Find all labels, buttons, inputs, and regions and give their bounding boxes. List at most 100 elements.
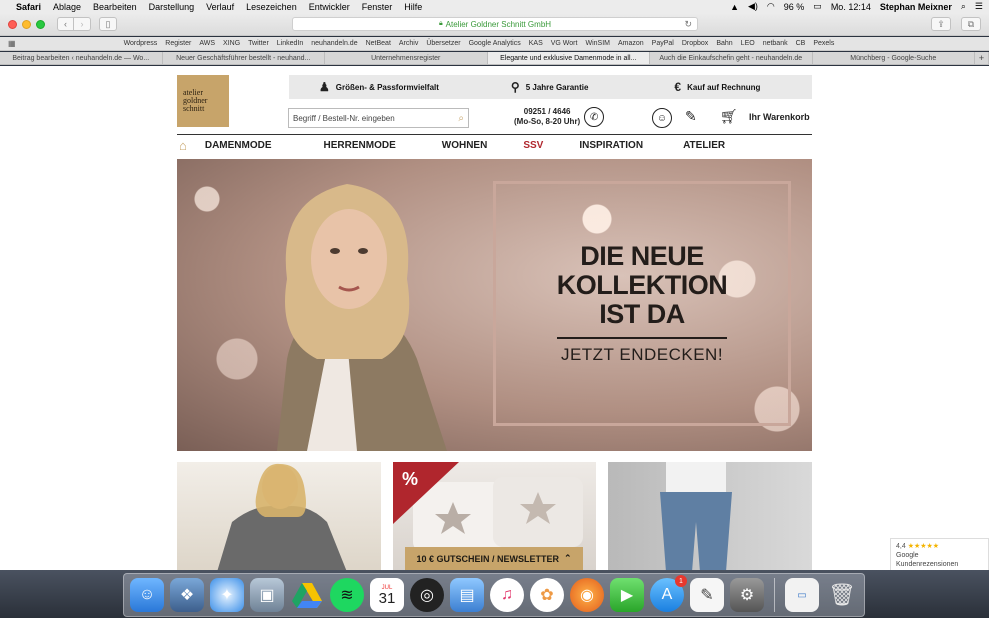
bookmark-item[interactable]: XING bbox=[223, 40, 240, 47]
newsletter-button[interactable]: 10 € GUTSCHEIN / NEWSLETTER ⌃ bbox=[405, 547, 583, 570]
menu-fenster[interactable]: Fenster bbox=[362, 2, 393, 12]
bookmarks-grid-icon[interactable]: ▦ bbox=[8, 39, 16, 48]
nav-inspiration[interactable]: INSPIRATION bbox=[579, 140, 643, 151]
streaming-app-icon[interactable]: ◎ bbox=[410, 578, 444, 612]
bookmark-item[interactable]: Pexels bbox=[813, 40, 834, 47]
browser-tab[interactable]: Unternehmensregister bbox=[325, 52, 488, 64]
photos-icon[interactable]: ✿ bbox=[530, 578, 564, 612]
site-logo[interactable]: atelier goldner schnitt bbox=[177, 75, 229, 127]
nav-damenmode[interactable]: DAMENMODE bbox=[205, 140, 272, 151]
image-capture-icon[interactable]: ▣ bbox=[250, 578, 284, 612]
bookmark-item[interactable]: AWS bbox=[199, 40, 215, 47]
review-label: Kundenrezensionen bbox=[896, 561, 959, 568]
menu-darstellung[interactable]: Darstellung bbox=[149, 2, 195, 12]
battery-percent[interactable]: 96 % bbox=[784, 2, 805, 12]
google-drive-icon[interactable] bbox=[290, 578, 324, 612]
keynote-icon[interactable]: ▤ bbox=[450, 578, 484, 612]
search-input[interactable]: Begriff / Bestell-Nr. eingeben ⌕ bbox=[288, 108, 469, 128]
bookmark-item[interactable]: Wordpress bbox=[124, 40, 158, 47]
newsletter-label: 10 € GUTSCHEIN / NEWSLETTER bbox=[416, 553, 559, 564]
calendar-icon[interactable]: JUL 31 bbox=[370, 578, 404, 612]
nav-atelier[interactable]: ATELIER bbox=[683, 140, 725, 151]
browser-tab[interactable]: Neuer Geschäftsführer bestellt - neuhand… bbox=[163, 52, 325, 64]
bookmark-item[interactable]: LinkedIn bbox=[277, 40, 303, 47]
finder-icon[interactable]: ☺ bbox=[130, 578, 164, 612]
menu-app-safari[interactable]: Safari bbox=[16, 2, 41, 12]
share-icon[interactable]: ⇪ bbox=[931, 17, 951, 31]
home-icon[interactable]: ⌂ bbox=[179, 138, 187, 153]
account-icon[interactable]: ☺ bbox=[652, 108, 672, 128]
battery-icon[interactable]: ▭ bbox=[813, 1, 822, 12]
bookmark-item[interactable]: Twitter bbox=[248, 40, 269, 47]
menu-entwickler[interactable]: Entwickler bbox=[309, 2, 350, 12]
preview-photo-icon[interactable]: ❖ bbox=[170, 578, 204, 612]
minimized-window-icon[interactable]: ▭ bbox=[785, 578, 819, 612]
browser-tab[interactable]: Auch die Einkaufschefin geht - neuhandel… bbox=[650, 52, 813, 64]
user-name[interactable]: Stephan Meixner bbox=[880, 2, 952, 12]
forward-button[interactable]: › bbox=[74, 17, 91, 31]
menu-verlauf[interactable]: Verlauf bbox=[206, 2, 234, 12]
browser-tab[interactable]: Münchberg - Google-Suche bbox=[813, 52, 975, 64]
cart-label[interactable]: Ihr Warenkorb bbox=[749, 112, 810, 122]
fullscreen-window-button[interactable] bbox=[36, 19, 45, 29]
volume-icon[interactable]: ◀) bbox=[748, 1, 758, 12]
bookmark-item[interactable]: WinSIM bbox=[585, 40, 610, 47]
bookmark-item[interactable]: LEO bbox=[741, 40, 755, 47]
teaser-tile-fashion[interactable] bbox=[177, 462, 381, 570]
app-store-icon[interactable]: A 1 bbox=[650, 575, 687, 612]
browser-tab-active[interactable]: Elegante und exklusive Damenmode in all.… bbox=[487, 52, 650, 64]
hero-cta-link[interactable]: JETZT ENDECKEN! bbox=[561, 345, 723, 365]
nav-herrenmode[interactable]: HERRENMODE bbox=[324, 140, 396, 151]
menu-bearbeiten[interactable]: Bearbeiten bbox=[93, 2, 137, 12]
phone-hotline[interactable]: 09251 / 4646 (Mo-So, 8-20 Uhr) ✆ bbox=[514, 107, 605, 127]
browser-tab[interactable]: Beitrag bearbeiten ‹ neuhandeln.de — Wo.… bbox=[0, 52, 163, 64]
bookmark-item[interactable]: CB bbox=[796, 40, 806, 47]
hero-banner[interactable]: DIE NEUE KOLLEKTION IST DA JETZT ENDECKE… bbox=[177, 159, 812, 451]
facetime-icon[interactable]: ▶ bbox=[610, 578, 644, 612]
bookmark-item[interactable]: NetBeat bbox=[366, 40, 391, 47]
bookmark-item[interactable]: neuhandeln.de bbox=[311, 40, 357, 47]
spotify-icon[interactable]: ≋ bbox=[330, 578, 364, 612]
itunes-icon[interactable]: ♫ bbox=[490, 578, 524, 612]
bookmark-item[interactable]: Übersetzer bbox=[426, 40, 460, 47]
bookmark-item[interactable]: Bahn bbox=[716, 40, 732, 47]
teaser-tile-jeans[interactable] bbox=[608, 462, 812, 570]
close-window-button[interactable] bbox=[8, 19, 17, 29]
cart-icon[interactable]: 🛒︎ bbox=[720, 108, 738, 125]
google-reviews-badge[interactable]: 4,4 ★★★★★ Google Kundenrezensionen bbox=[890, 538, 989, 570]
sidebar-toggle-icon[interactable]: ▯ bbox=[99, 17, 117, 31]
bookmark-item[interactable]: netbank bbox=[763, 40, 788, 47]
textedit-icon[interactable]: ✎ bbox=[690, 578, 724, 612]
minimize-window-button[interactable] bbox=[22, 19, 31, 29]
search-icon[interactable]: ⌕ bbox=[458, 113, 464, 124]
bookmark-item[interactable]: Google Analytics bbox=[469, 40, 521, 47]
location-icon[interactable]: ▲ bbox=[730, 2, 739, 12]
clock[interactable]: Mo. 12:14 bbox=[831, 2, 871, 12]
nav-wohnen[interactable]: WOHNEN bbox=[442, 140, 488, 151]
menu-ablage[interactable]: Ablage bbox=[53, 2, 81, 12]
bookmark-item[interactable]: Dropbox bbox=[682, 40, 708, 47]
back-button[interactable]: ‹ bbox=[57, 17, 74, 31]
bookmark-item[interactable]: VG Wort bbox=[551, 40, 578, 47]
menu-lesezeichen[interactable]: Lesezeichen bbox=[246, 2, 297, 12]
menu-hilfe[interactable]: Hilfe bbox=[404, 2, 422, 12]
notification-center-icon[interactable]: ☰ bbox=[975, 1, 983, 12]
bookmark-item[interactable]: KAS bbox=[529, 40, 543, 47]
bookmark-item[interactable]: Amazon bbox=[618, 40, 644, 47]
trash-icon[interactable]: 🗑︎ bbox=[825, 578, 859, 612]
wifi-icon[interactable]: ◠ bbox=[767, 1, 775, 12]
reload-icon[interactable]: ↻ bbox=[684, 19, 692, 30]
bookmark-item[interactable]: Archiv bbox=[399, 40, 418, 47]
tab-overview-icon[interactable]: ⧉ bbox=[961, 17, 981, 31]
spotlight-icon[interactable]: ⌕ bbox=[961, 1, 966, 12]
catalog-order-icon[interactable]: ✎ bbox=[685, 108, 697, 125]
address-bar[interactable]: 🔒︎ Atelier Goldner Schnitt GmbH ↻ bbox=[292, 17, 698, 31]
new-tab-icon[interactable]: + bbox=[975, 52, 989, 64]
safari-icon[interactable]: ✦ bbox=[210, 578, 244, 612]
nav-ssv[interactable]: SSV bbox=[523, 140, 543, 151]
bookmark-item[interactable]: Register bbox=[165, 40, 191, 47]
bookmark-item[interactable]: PayPal bbox=[652, 40, 674, 47]
system-preferences-icon[interactable]: ⚙ bbox=[730, 578, 764, 612]
firefox-icon[interactable]: ◉ bbox=[570, 578, 604, 612]
hero-text-card[interactable]: DIE NEUE KOLLEKTION IST DA JETZT ENDECKE… bbox=[493, 181, 791, 426]
